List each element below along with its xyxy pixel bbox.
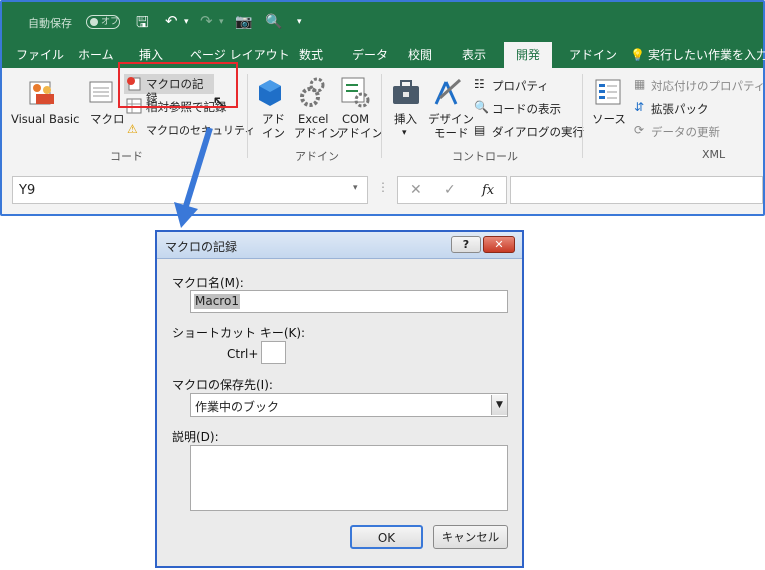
tab-file[interactable]: ファイル — [16, 42, 64, 68]
group-divider — [582, 74, 583, 158]
formula-bar: Y9 ▾ ⋮ ✕ ✓ fx — [2, 168, 763, 214]
save-icon[interactable]: 🖫 — [136, 12, 149, 32]
store-macro-value: 作業中のブック — [195, 400, 280, 414]
quick-access-toolbar: 自動保存 オフ 🖫 ↶ ▾ ↷ ▾ 📷 🔍 ▾ — [2, 2, 763, 42]
tab-review[interactable]: 校閲 — [408, 42, 432, 68]
store-macro-label: マクロの保存先(I): — [172, 378, 273, 392]
formula-input[interactable] — [510, 176, 763, 204]
expansion-pack-icon: ⇵ — [634, 100, 645, 114]
insert-control-toolbox-icon — [393, 80, 419, 104]
group-label-xml: XML — [702, 148, 726, 161]
ribbon-tabs: ファイル ホーム 挿入 ページ レイアウト 数式 データ 校閲 表示 開発 アド… — [2, 42, 765, 68]
addins-button-line2[interactable]: イン — [262, 126, 285, 140]
name-box-dropdown-icon[interactable]: ▾ — [353, 183, 358, 193]
design-mode-line1[interactable]: デザイン — [428, 112, 474, 126]
formula-buttons: ✕ ✓ fx — [397, 176, 507, 204]
group-label-addins: アドイン — [295, 150, 339, 163]
macro-icon — [89, 81, 113, 103]
visual-basic-icon — [29, 81, 54, 105]
run-dialog-button[interactable]: ダイアログの実行 — [492, 125, 584, 139]
group-label-code: コード — [110, 150, 143, 163]
design-mode-line2[interactable]: モード — [434, 126, 469, 140]
undo-icon[interactable]: ↶ — [165, 11, 178, 31]
tell-me-box[interactable]: 実行したい作業を入力し — [648, 42, 765, 68]
map-properties-button: 対応付けのプロパティ — [651, 79, 765, 93]
close-button[interactable]: ✕ — [483, 236, 515, 253]
com-addins-icon — [341, 77, 370, 108]
store-macro-select[interactable]: 作業中のブック ▼ — [190, 393, 508, 417]
toggle-knob-icon — [90, 18, 98, 26]
view-code-icon: 🔍 — [474, 100, 489, 114]
macro-name-label: マクロ名(M): — [172, 276, 244, 290]
autosave-label: 自動保存 — [28, 17, 72, 30]
ctrl-label: Ctrl+ — [227, 347, 259, 361]
excel-window: 自動保存 オフ 🖫 ↶ ▾ ↷ ▾ 📷 🔍 ▾ ファイル ホーム 挿入 ページ … — [0, 0, 765, 216]
tab-developer[interactable]: 開発 — [504, 42, 552, 68]
close-icon: ✕ — [494, 238, 504, 251]
properties-icon: ☷ — [474, 77, 485, 91]
com-addins-line1[interactable]: COM — [342, 112, 369, 126]
properties-button[interactable]: プロパティ — [492, 79, 549, 93]
addin-store-icon — [259, 80, 281, 106]
expansion-pack-button[interactable]: 拡張パック — [651, 102, 709, 116]
com-addins-line2[interactable]: アドイン — [337, 126, 383, 140]
formula-bar-grip-icon: ⋮ — [377, 180, 389, 194]
print-preview-icon[interactable]: 🔍 — [265, 12, 282, 32]
undo-dropdown-icon[interactable]: ▾ — [184, 12, 189, 32]
xml-source-icon — [595, 79, 621, 105]
help-icon: ? — [462, 238, 470, 251]
excel-addins-line1[interactable]: Excel — [298, 112, 328, 126]
tab-view[interactable]: 表示 — [462, 42, 486, 68]
dialog-title: マクロの記録 — [165, 240, 238, 254]
macro-button[interactable]: マクロ — [90, 112, 125, 126]
macro-name-input[interactable]: Macro1 — [190, 290, 508, 313]
ok-button[interactable]: OK — [350, 525, 423, 549]
group-divider — [381, 74, 382, 158]
dialog-titlebar: マクロの記録 ? ✕ — [157, 232, 522, 259]
store-macro-dropdown-icon[interactable]: ▼ — [491, 395, 507, 415]
macro-name-value: Macro1 — [194, 294, 240, 309]
tab-home[interactable]: ホーム — [78, 42, 114, 68]
description-textarea[interactable] — [190, 445, 508, 511]
description-label: 説明(D): — [172, 430, 219, 444]
view-code-button[interactable]: コードの表示 — [492, 102, 561, 116]
shortcut-key-input[interactable] — [261, 341, 286, 364]
group-label-controls: コントロール — [452, 150, 518, 163]
record-macro-dialog: マクロの記録 ? ✕ マクロ名(M): Macro1 ショートカット キー(K)… — [155, 230, 524, 568]
warning-icon: ⚠ — [127, 122, 138, 136]
tab-formulas[interactable]: 数式 — [299, 42, 323, 68]
group-divider — [247, 74, 248, 158]
excel-addins-gear-icon — [300, 77, 325, 107]
redo-icon: ↷ — [200, 12, 213, 30]
refresh-data-button: データの更新 — [651, 125, 720, 139]
autosave-toggle[interactable]: オフ — [86, 15, 120, 29]
tab-addins[interactable]: アドイン — [569, 42, 617, 68]
tab-data[interactable]: データ — [352, 42, 388, 68]
help-button[interactable]: ? — [451, 236, 481, 253]
lightbulb-icon: 💡 — [630, 48, 645, 62]
shortcut-key-label: ショートカット キー(K): — [172, 326, 306, 340]
camera-icon[interactable]: 📷 — [235, 12, 252, 32]
name-box-value: Y9 — [19, 183, 36, 198]
excel-addins-line2[interactable]: アドイン — [294, 126, 340, 140]
addins-button-line1[interactable]: アド — [262, 112, 285, 126]
insert-control-button[interactable]: 挿入 — [394, 112, 417, 126]
ribbon-developer: Visual Basic マクロ マクロの記録 相対参照で記録 ↖ ⚠ マクロの… — [2, 62, 765, 169]
confirm-entry-icon[interactable]: ✓ — [444, 182, 456, 198]
pointer-arrow — [174, 127, 213, 228]
highlight-box — [118, 62, 238, 108]
visual-basic-button[interactable]: Visual Basic — [11, 112, 79, 126]
refresh-data-icon: ⟳ — [634, 123, 645, 137]
insert-function-icon[interactable]: fx — [482, 183, 494, 198]
customize-qat-icon[interactable]: ▾ — [297, 12, 302, 32]
run-dialog-icon: ▤ — [474, 123, 486, 137]
redo-dropdown-icon: ▾ — [219, 17, 224, 27]
map-properties-icon: ▦ — [634, 77, 646, 91]
autosave-state: オフ — [101, 17, 120, 27]
cancel-button[interactable]: キャンセル — [433, 525, 508, 549]
xml-source-button[interactable]: ソース — [592, 112, 626, 126]
insert-control-dropdown-icon[interactable]: ▾ — [402, 126, 407, 140]
cancel-entry-icon[interactable]: ✕ — [410, 182, 422, 198]
design-mode-icon — [434, 78, 462, 105]
